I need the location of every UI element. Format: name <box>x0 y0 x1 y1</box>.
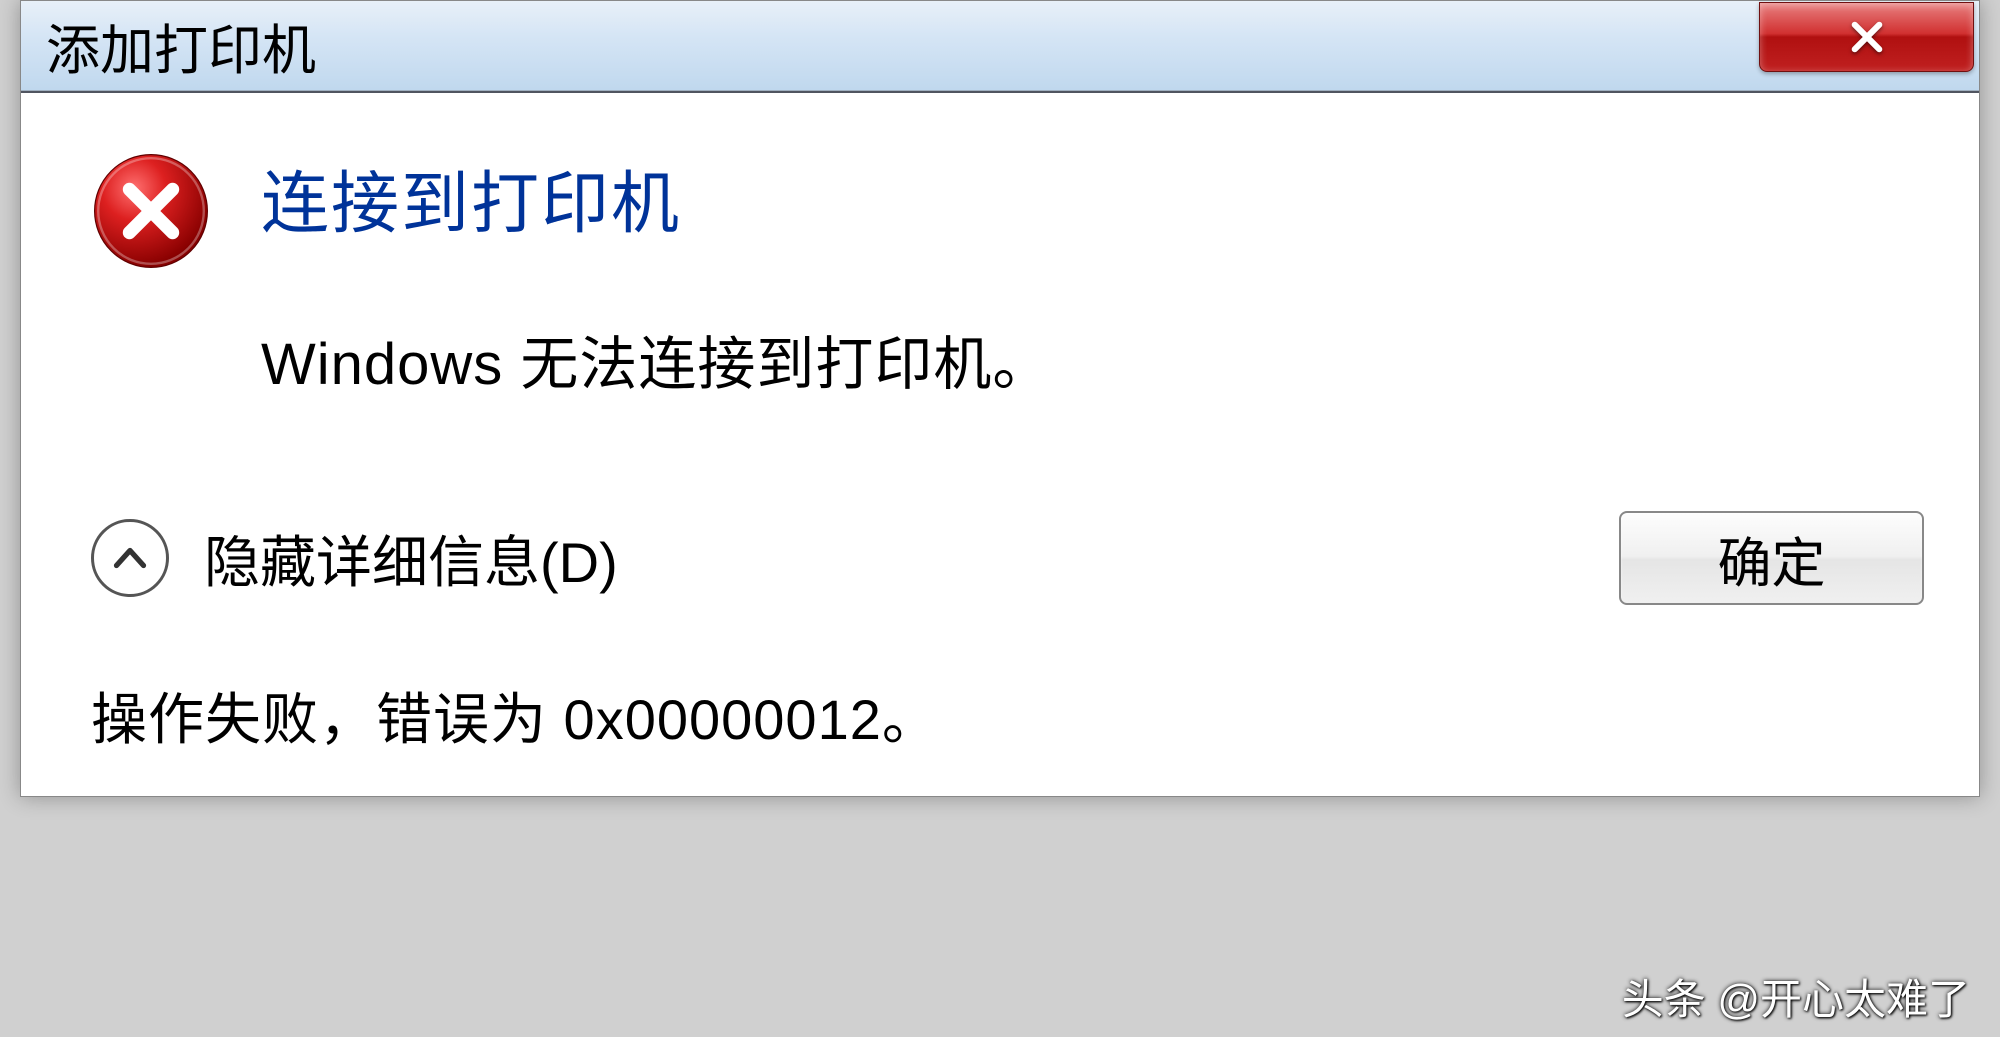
ok-button[interactable]: 确定 <box>1619 511 1924 605</box>
dialog-text-block: 连接到打印机 Windows 无法连接到打印机。 <box>261 143 1924 401</box>
window-title: 添加打印机 <box>46 6 316 85</box>
dialog-body: 连接到打印机 Windows 无法连接到打印机。 隐藏详细信息(D) 确定 操作… <box>21 91 1979 796</box>
chevron-up-icon <box>91 519 169 597</box>
action-row: 隐藏详细信息(D) 确定 <box>91 511 1924 605</box>
title-bar[interactable]: 添加打印机 <box>21 1 1979 91</box>
error-icon <box>91 151 211 271</box>
hide-details-toggle[interactable]: 隐藏详细信息(D) <box>91 518 618 599</box>
watermark: 头条 @开心太难了 <box>1622 966 1970 1027</box>
details-toggle-label: 隐藏详细信息(D) <box>204 518 618 599</box>
main-content: 连接到打印机 Windows 无法连接到打印机。 <box>91 143 1924 401</box>
dialog-window: 添加打印机 <box>20 0 1980 797</box>
close-icon <box>1846 16 1888 58</box>
dialog-message: Windows 无法连接到打印机。 <box>261 317 1924 401</box>
error-details-text: 操作失败，错误为 0x00000012。 <box>91 675 1924 756</box>
close-button[interactable] <box>1759 2 1974 72</box>
dialog-heading: 连接到打印机 <box>261 148 1924 247</box>
